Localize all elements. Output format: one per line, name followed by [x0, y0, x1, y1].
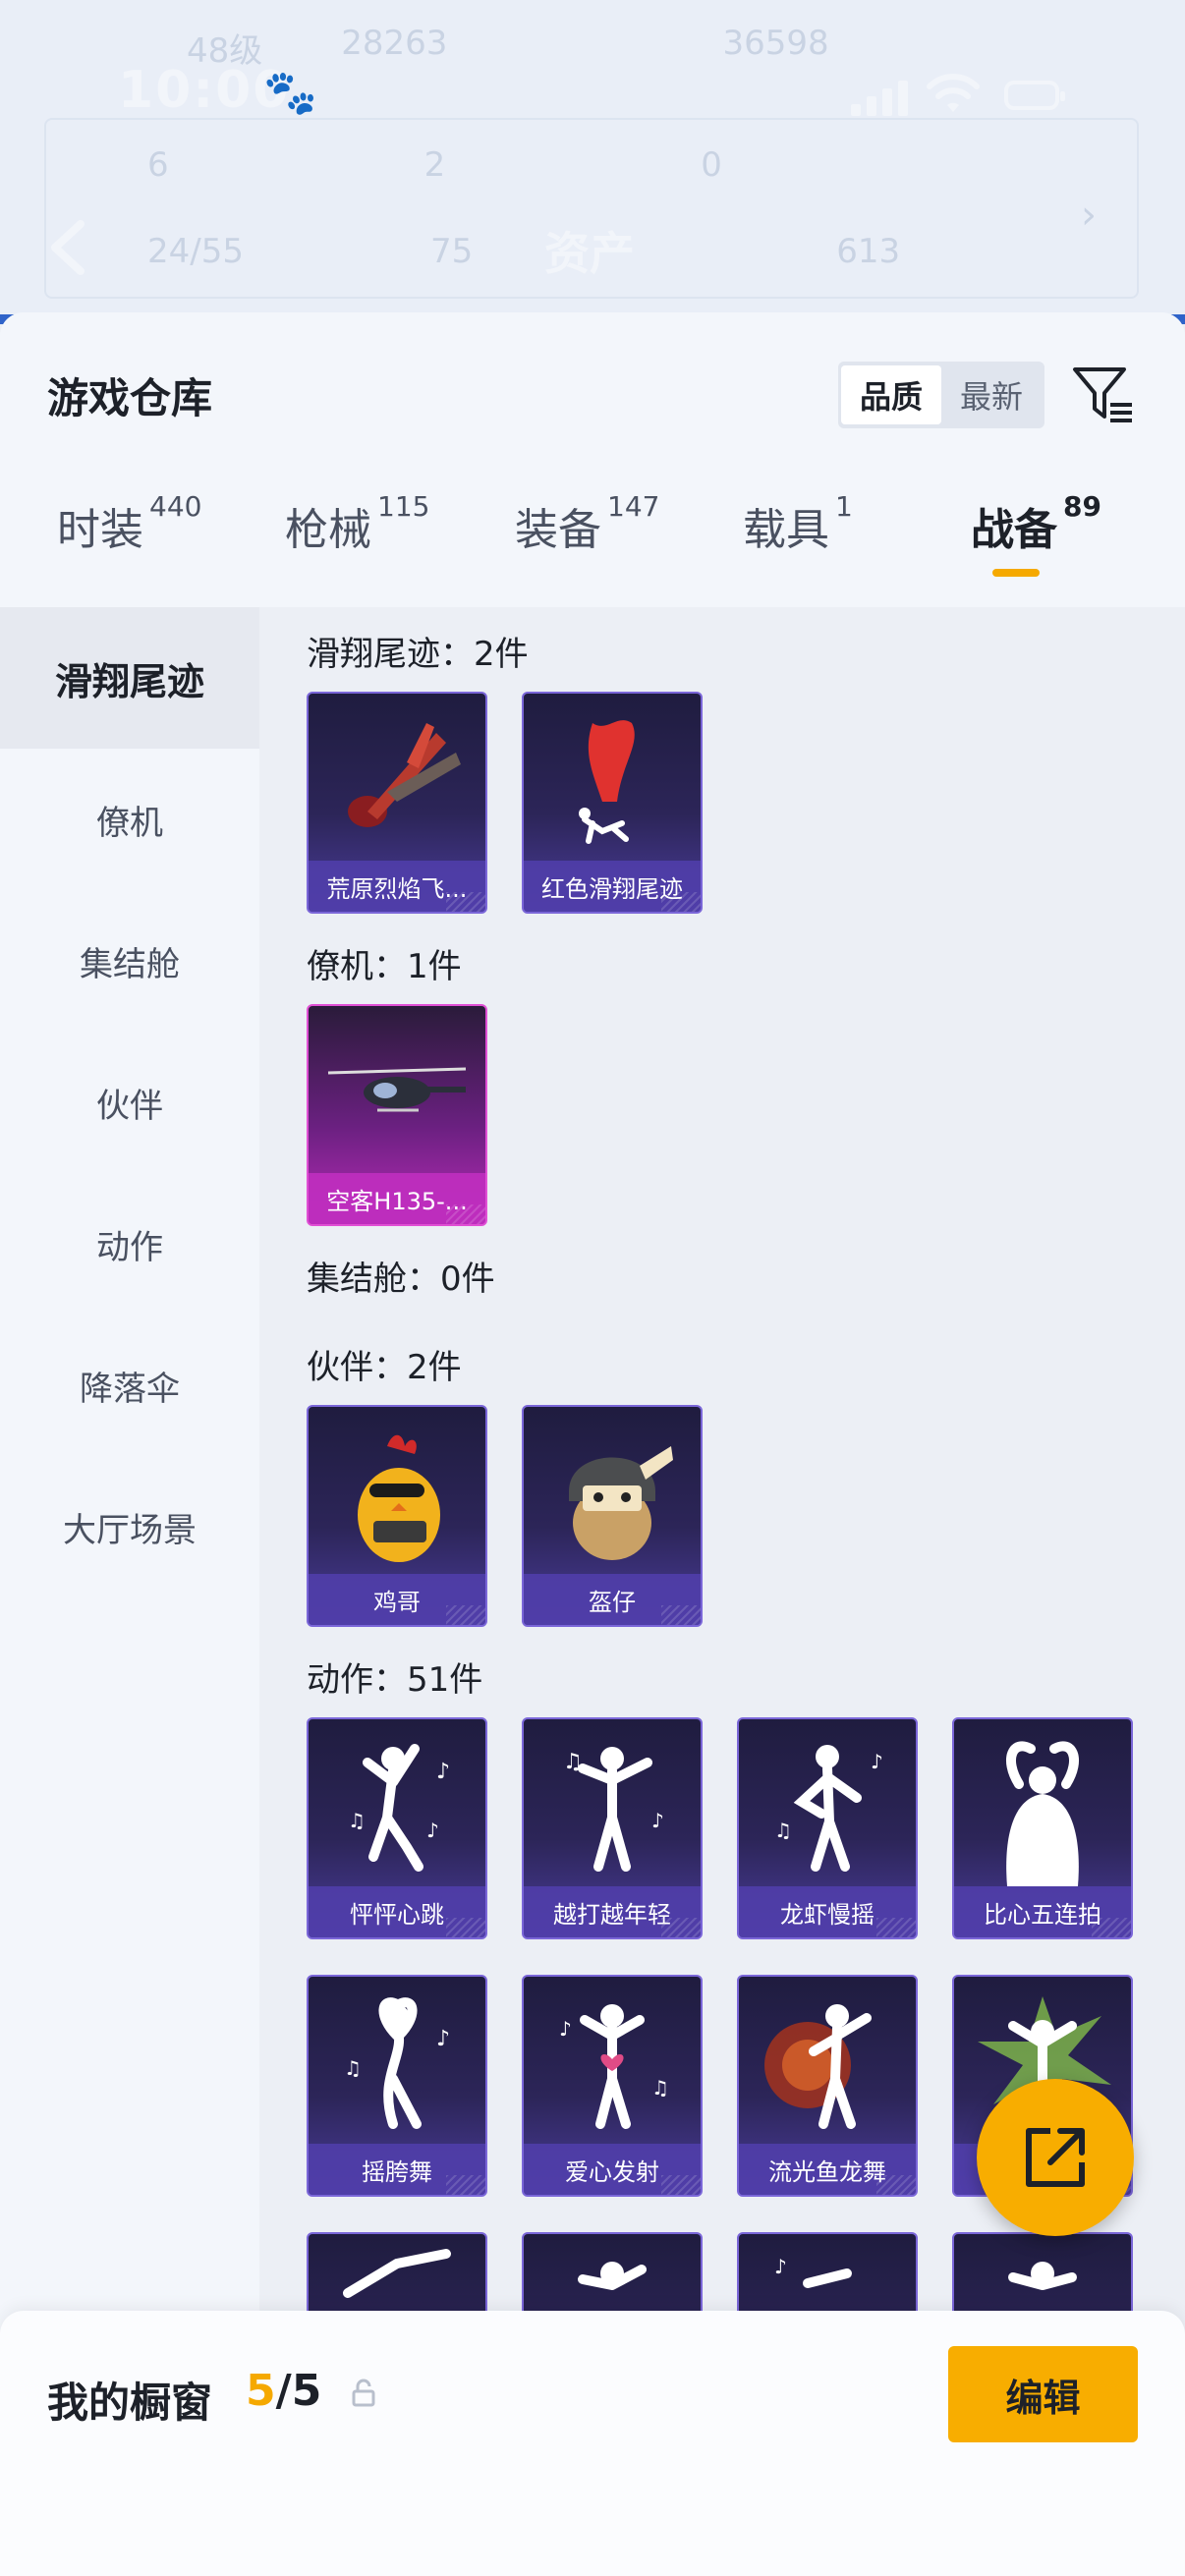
item-card[interactable]: 红色滑翔尾迹 — [522, 692, 703, 914]
background-stat: 2 — [423, 145, 446, 185]
back-icon[interactable] — [47, 218, 86, 277]
tab-equipment[interactable]: 装备 147 — [515, 490, 659, 557]
background-stat: 6 — [147, 145, 169, 185]
signal-icon — [851, 81, 910, 116]
dancer-icon: ♪ ♫ — [344, 1997, 450, 2129]
svg-text:♫: ♫ — [348, 1809, 366, 1832]
nav-item-partner[interactable]: 伙伴 — [0, 1032, 259, 1173]
sort-quality-button[interactable]: 品质 — [841, 365, 941, 424]
item-grid: 滑翔尾迹：2件 荒原烈焰飞... 红色滑翔尾迹 僚机：1件 空客H135-...… — [259, 607, 1185, 2576]
svg-text:♪: ♪ — [871, 1750, 883, 1773]
filter-icon[interactable] — [1071, 362, 1136, 426]
section-title-partner: 伙伴：2件 — [307, 1348, 462, 1387]
share-button[interactable] — [977, 2079, 1134, 2236]
sort-toggle: 品质 最新 — [838, 362, 1044, 428]
heart-hands-icon — [1006, 1741, 1079, 1886]
dancer-icon: ♫ ♪ — [563, 1747, 664, 1872]
svg-text:♫: ♫ — [651, 2076, 669, 2100]
svg-text:♪: ♪ — [651, 1809, 664, 1832]
tab-vehicles[interactable]: 载具 1 — [743, 490, 853, 557]
heart-dancer-icon: ♪ ♫ — [559, 2004, 669, 2129]
background-title: 资产 — [544, 227, 635, 280]
subcategory-nav: 滑翔尾迹 僚机 集结舱 伙伴 动作 降落伞 大厅场景 — [0, 607, 259, 2576]
fire-dancer-icon — [764, 2004, 872, 2129]
item-card[interactable]: 流光鱼龙舞 — [737, 1975, 918, 2197]
item-card[interactable]: ♪ ♫ ♪ 怦怦心跳 — [307, 1717, 487, 1939]
svg-text:♪: ♪ — [436, 1760, 450, 1784]
showcase-title: 我的橱窗 — [47, 2379, 213, 2427]
nav-item-emote[interactable]: 动作 — [0, 1173, 259, 1315]
background-stat: 75 — [429, 232, 474, 271]
share-icon — [1026, 2128, 1085, 2187]
helicopter-icon — [327, 1067, 467, 1112]
sheet-header: 游戏仓库 品质 最新 时装 440 枪械 115 装备 147 载具 1 战备 89 — [0, 312, 1185, 607]
section-title-emote: 动作：51件 — [307, 1660, 483, 1700]
paw-icon: 🐾 — [263, 68, 317, 118]
item-card[interactable]: ♪ ♫ 摇胯舞 — [307, 1975, 487, 2197]
background-row-2: 6 2 0 — [39, 145, 1146, 185]
background-stat: 24/55 — [147, 232, 244, 271]
item-card[interactable]: 荒原烈焰飞... — [307, 692, 487, 914]
item-card[interactable]: 鸡哥 — [307, 1405, 487, 1627]
section-title-wingman: 僚机：1件 — [307, 947, 462, 986]
status-bar: 10:00 🐾 — [0, 39, 1185, 138]
nav-item-parachute[interactable]: 降落伞 — [0, 1315, 259, 1456]
item-card[interactable]: ♫ ♪ 越打越年轻 — [522, 1717, 703, 1939]
chicken-partner-icon — [358, 1434, 440, 1562]
item-card[interactable]: ♪ ♫ 龙虾慢摇 — [737, 1717, 918, 1939]
svg-text:♫: ♫ — [774, 1819, 792, 1842]
tab-combat-gear[interactable]: 战备 89 — [971, 490, 1101, 557]
svg-text:♪: ♪ — [436, 2027, 450, 2051]
item-card[interactable]: ♪ ♫ 爱心发射 — [522, 1975, 703, 2197]
page-title: 游戏仓库 — [47, 374, 213, 422]
chevron-right-icon: › — [1081, 193, 1097, 238]
lock-icon — [350, 2378, 377, 2407]
battery-icon — [1004, 81, 1065, 110]
tab-fashion[interactable]: 时装 440 — [57, 490, 201, 557]
showcase-bar: 我的橱窗 5/5 编辑 — [0, 2311, 1185, 2576]
svg-text:♪: ♪ — [774, 2255, 787, 2278]
dancer-icon: ♪ ♫ — [774, 1745, 883, 1872]
edit-button[interactable]: 编辑 — [948, 2346, 1138, 2442]
warehouse-sheet: 游戏仓库 品质 最新 时装 440 枪械 115 装备 147 载具 1 战备 89 滑翔… — [0, 312, 1185, 2576]
sort-newest-button[interactable]: 最新 — [941, 365, 1042, 424]
svg-text:♪: ♪ — [426, 1819, 439, 1842]
wifi-icon — [924, 73, 983, 116]
background-stat: 613 — [836, 232, 901, 271]
dancer-icon: ♪ ♫ ♪ — [348, 1744, 450, 1872]
svg-text:♫: ♫ — [344, 2056, 362, 2080]
nav-item-lobby-scene[interactable]: 大厅场景 — [0, 1456, 259, 1597]
background-stat: 0 — [701, 145, 722, 185]
nav-item-glide-trail[interactable]: 滑翔尾迹 — [0, 607, 259, 749]
item-card[interactable]: 盔仔 — [522, 1405, 703, 1627]
svg-text:♫: ♫ — [563, 1750, 583, 1774]
flame-glider-icon — [348, 723, 461, 827]
item-card[interactable]: 空客H135-... — [307, 1004, 487, 1226]
helmet-partner-icon — [569, 1446, 673, 1560]
nav-item-capsule[interactable]: 集结舱 — [0, 890, 259, 1032]
category-tabs: 时装 440 枪械 115 装备 147 载具 1 战备 89 — [0, 490, 1185, 607]
item-card[interactable]: 比心五连拍 — [952, 1717, 1133, 1939]
tab-guns[interactable]: 枪械 115 — [285, 490, 429, 557]
svg-text:♪: ♪ — [559, 2017, 572, 2041]
red-smoke-trail-icon — [579, 720, 635, 844]
tab-active-indicator — [992, 569, 1040, 577]
showcase-count: 5/5 — [246, 2366, 322, 2416]
section-title-capsule: 集结舱：0件 — [307, 1260, 495, 1299]
section-title-glide: 滑翔尾迹：2件 — [307, 635, 529, 674]
nav-item-wingman[interactable]: 僚机 — [0, 749, 259, 890]
